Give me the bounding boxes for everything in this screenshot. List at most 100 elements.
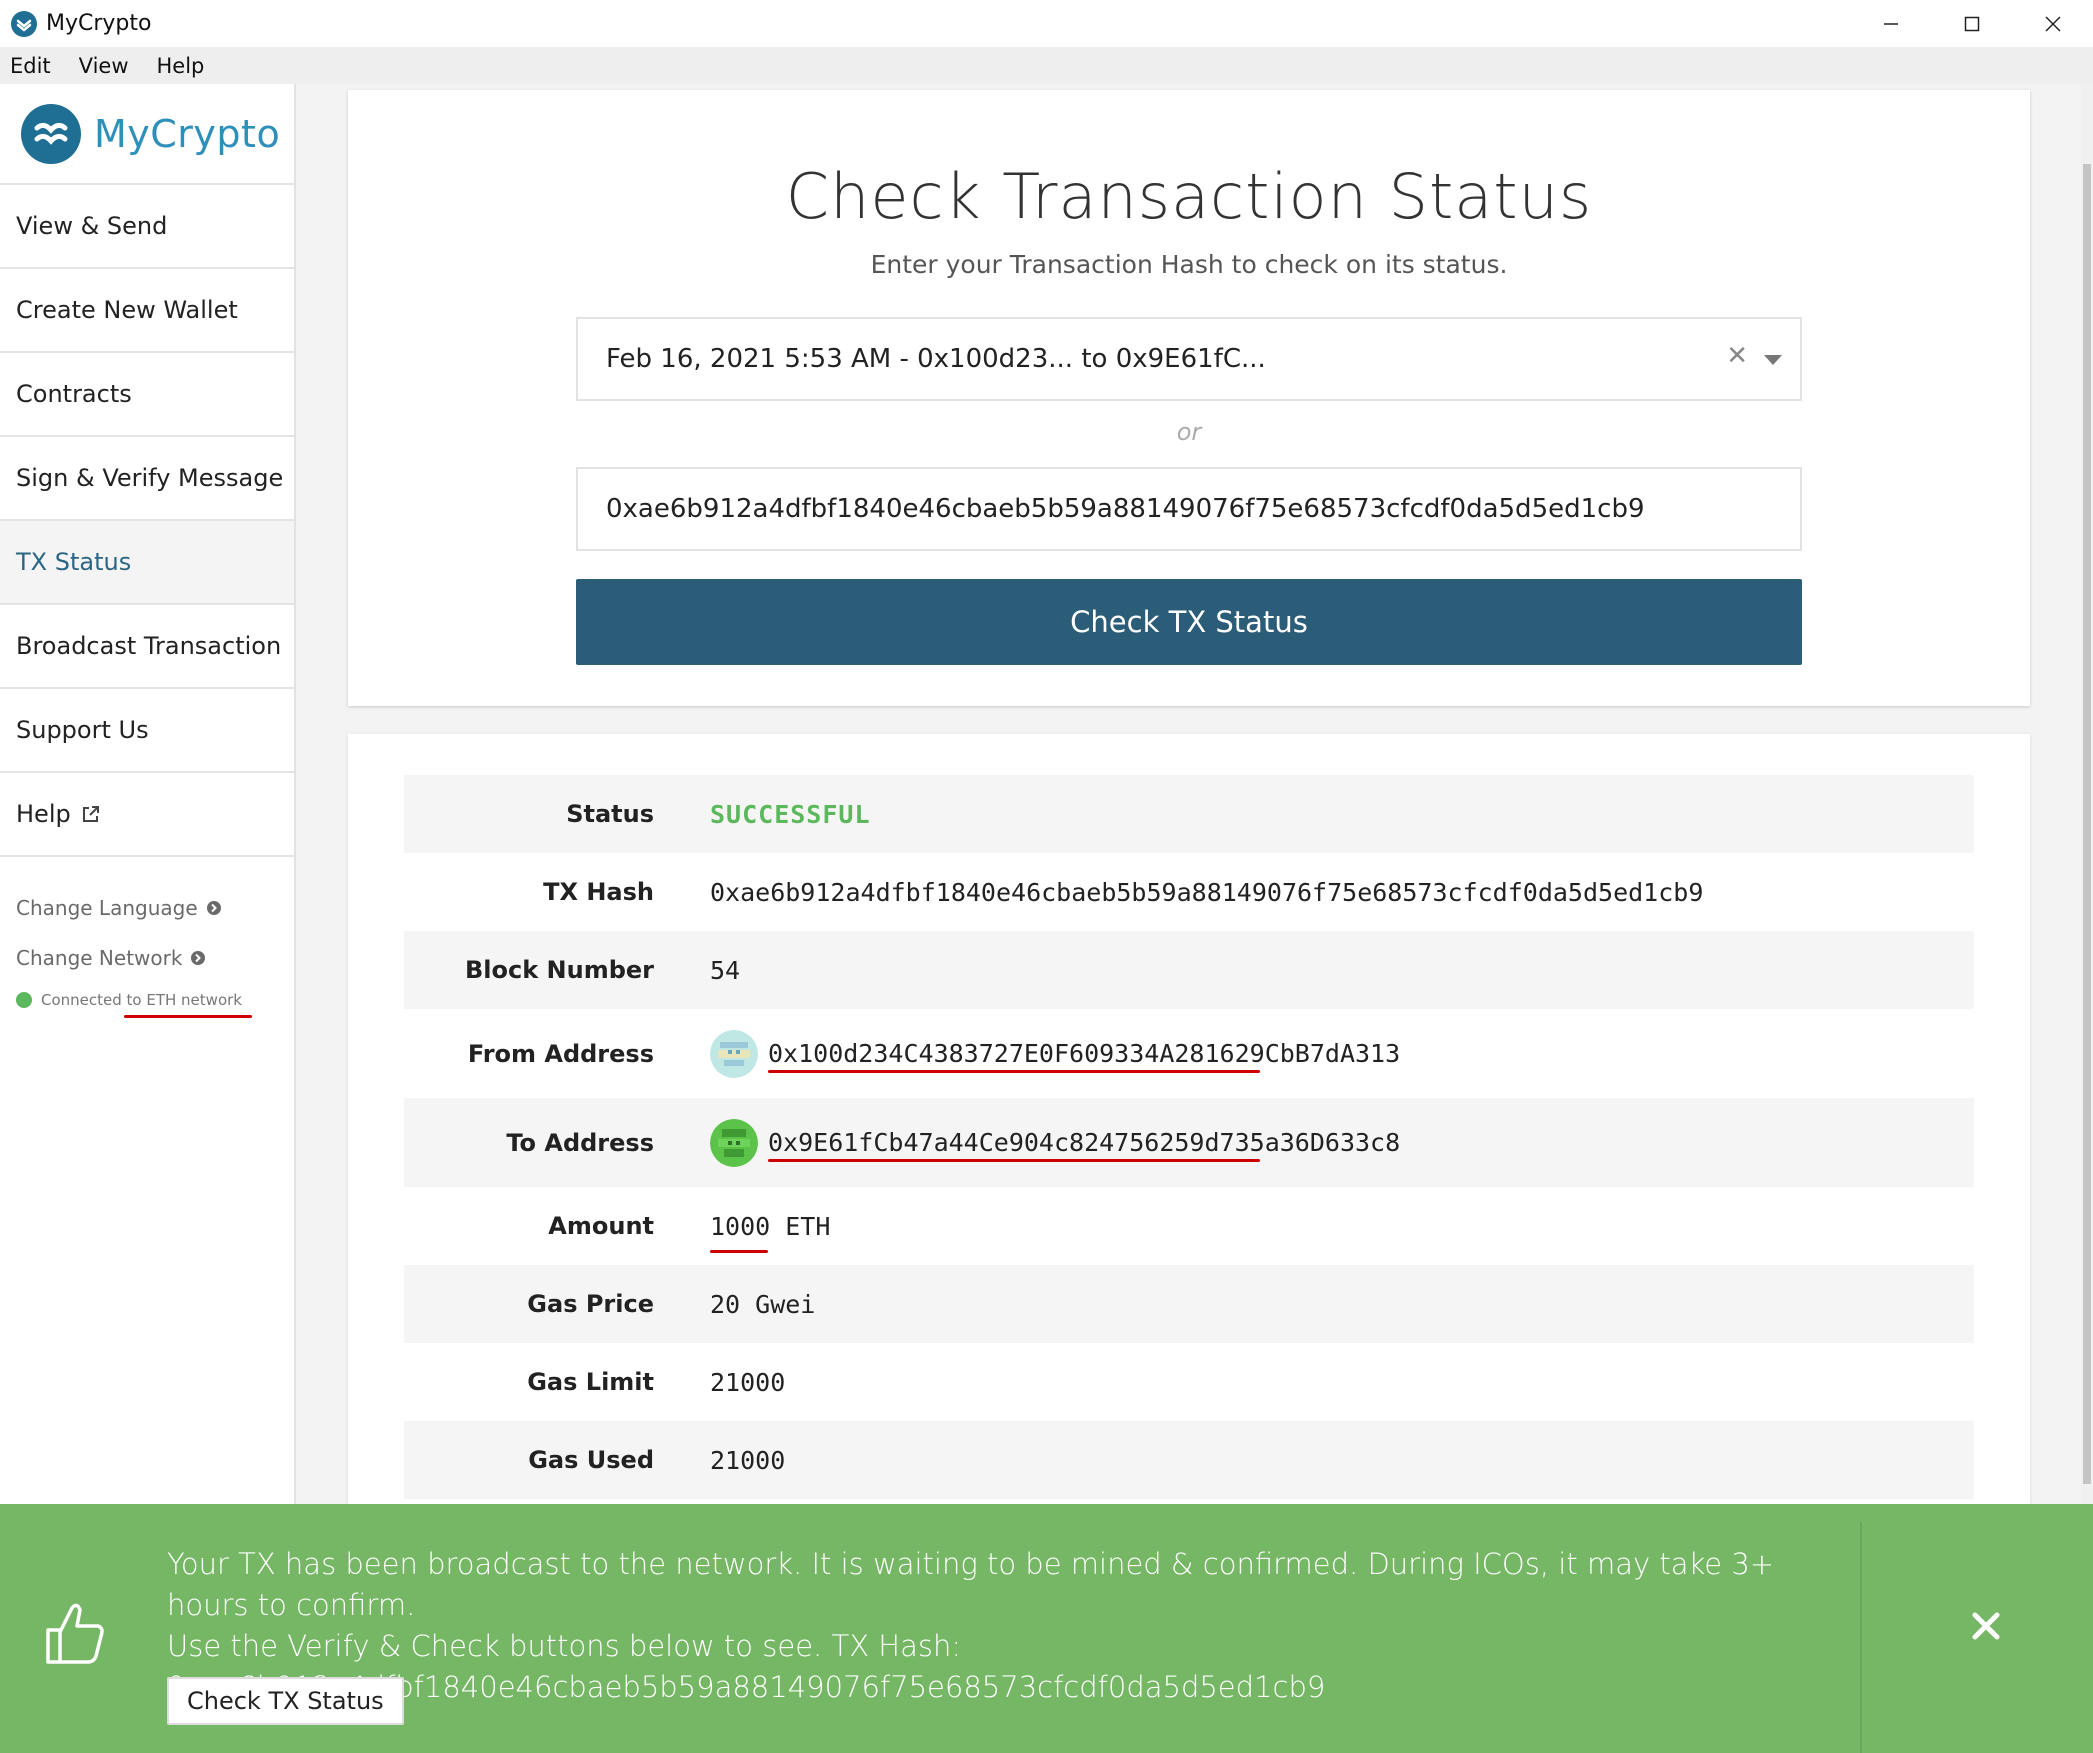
status-label: Status xyxy=(566,800,654,828)
sidebar-item-sign-verify[interactable]: Sign & Verify Message xyxy=(0,437,294,521)
check-tx-status-button[interactable]: Check TX Status xyxy=(576,579,1802,665)
annotation-underline xyxy=(768,1158,1260,1162)
network-status-dot xyxy=(16,992,32,1008)
sidebar-item-tx-status[interactable]: TX Status xyxy=(0,521,294,605)
tx-hash-value: 0xae6b912a4dfbf1840e46cbaeb5b59a88149076… xyxy=(710,877,1704,907)
tx-details-table: Status SUCCESSFUL TX Hash 0xae6b912a4dfb… xyxy=(404,775,1974,1499)
gas-used-label: Gas Used xyxy=(528,1446,654,1474)
sidebar-item-label: Contracts xyxy=(16,380,132,408)
sidebar: MyCrypto View & Send Create New Wallet C… xyxy=(0,84,296,1504)
notification-check-tx-button[interactable]: Check TX Status xyxy=(167,1677,404,1725)
thumbs-up-icon xyxy=(46,1603,104,1664)
table-row: Amount 1000 ETH xyxy=(404,1187,1974,1265)
sidebar-item-label: Broadcast Transaction xyxy=(16,632,282,660)
page-subtitle: Enter your Transaction Hash to check on … xyxy=(870,250,1508,279)
tx-details-card: Status SUCCESSFUL TX Hash 0xae6b912a4dfb… xyxy=(348,734,2030,1504)
change-network-link[interactable]: Change Network xyxy=(16,933,294,983)
amount-label: Amount xyxy=(548,1212,654,1240)
from-address-field: 0x100d234C4383727E0F609334A281629CbB7dA3… xyxy=(710,1029,1400,1078)
from-address-value[interactable]: 0x100d234C4383727E0F609334A281629CbB7dA3… xyxy=(768,1039,1400,1068)
table-row: From Address 0x100d234C4383727E0F609334A… xyxy=(404,1009,1974,1098)
gas-limit-value: 21000 xyxy=(710,1367,786,1397)
table-row: Status SUCCESSFUL xyxy=(404,775,1974,853)
from-identicon-icon xyxy=(710,1029,758,1078)
notification-line: Use the Verify & Check buttons below to … xyxy=(167,1629,962,1663)
sidebar-item-view-send[interactable]: View & Send xyxy=(0,185,294,269)
brand-header[interactable]: MyCrypto xyxy=(0,84,294,185)
network-status: Connected to ETH network xyxy=(16,991,294,1018)
gas-limit-label: Gas Limit xyxy=(527,1368,654,1396)
recent-tx-select-value: Feb 16, 2021 5:53 AM - 0x100d23... to 0x… xyxy=(606,344,1266,374)
menu-help[interactable]: Help xyxy=(147,54,215,78)
arrow-circle-right-icon xyxy=(206,901,221,915)
table-row: TX Hash 0xae6b912a4dfbf1840e46cbaeb5b59a… xyxy=(404,853,1974,931)
brand-name: MyCrypto xyxy=(94,111,281,156)
amount-field: 1000 ETH xyxy=(710,1211,830,1253)
to-identicon-icon xyxy=(710,1118,758,1167)
table-row: Gas Limit 21000 xyxy=(404,1343,1974,1421)
sidebar-item-create-wallet[interactable]: Create New Wallet xyxy=(0,269,294,353)
annotation-underline xyxy=(768,1069,1260,1073)
sidebar-item-support[interactable]: Support Us xyxy=(0,689,294,773)
menu-view[interactable]: View xyxy=(69,54,139,78)
chevron-down-icon[interactable] xyxy=(1764,355,1782,365)
sidebar-item-label: Support Us xyxy=(16,716,149,744)
or-separator: or xyxy=(1176,418,1202,446)
scrollbar[interactable] xyxy=(2081,84,2093,1504)
annotation-underline xyxy=(124,1015,252,1018)
minimize-button[interactable] xyxy=(1850,0,1931,47)
change-language-label: Change Language xyxy=(16,896,198,920)
external-link-icon xyxy=(82,806,99,822)
to-address-field: 0x9E61fCb47a44Ce904c824756259d735a36D633… xyxy=(710,1118,1400,1167)
table-row: To Address 0x9E61fCb47a44Ce904c824756259… xyxy=(404,1098,1974,1187)
sidebar-item-help[interactable]: Help xyxy=(0,773,294,857)
menu-edit[interactable]: Edit xyxy=(0,54,61,78)
status-badge: SUCCESSFUL xyxy=(710,799,871,829)
to-address-value[interactable]: 0x9E61fCb47a44Ce904c824756259d735a36D633… xyxy=(768,1128,1400,1157)
page-title: Check Transaction Status xyxy=(785,160,1593,233)
gas-price-label: Gas Price xyxy=(527,1290,654,1318)
table-row: Gas Used 21000 xyxy=(404,1421,1974,1499)
minimize-icon xyxy=(1883,22,1898,25)
sidebar-item-broadcast[interactable]: Broadcast Transaction xyxy=(0,605,294,689)
notification-divider xyxy=(1860,1522,1862,1753)
clear-icon[interactable]: ✕ xyxy=(1726,341,1748,371)
table-row: Gas Price 20 Gwei xyxy=(404,1265,1974,1343)
maximize-button[interactable] xyxy=(1931,0,2012,47)
block-number-label: Block Number xyxy=(464,956,654,984)
sidebar-item-label: Help xyxy=(16,800,71,828)
recent-tx-select[interactable]: Feb 16, 2021 5:53 AM - 0x100d23... to 0x… xyxy=(576,317,1802,401)
tx-hash-input[interactable] xyxy=(576,467,1802,551)
maximize-icon xyxy=(1964,16,1979,31)
mycrypto-logo-icon xyxy=(21,103,81,164)
close-window-button[interactable] xyxy=(2012,0,2093,47)
sidebar-item-label: Sign & Verify Message xyxy=(16,464,284,492)
arrow-circle-right-icon xyxy=(191,951,206,965)
notification-message: Your TX has been broadcast to the networ… xyxy=(167,1544,1807,1708)
main-content: Check Transaction Status Enter your Tran… xyxy=(298,84,2078,1504)
from-address-label: From Address xyxy=(467,1039,654,1068)
tx-hash-label: TX Hash xyxy=(543,878,654,906)
sidebar-item-label: TX Status xyxy=(16,548,132,576)
gas-price-value: 20 Gwei xyxy=(710,1289,816,1319)
scrollbar-thumb[interactable] xyxy=(2083,164,2091,1484)
menu-bar: Edit View Help xyxy=(0,47,2093,84)
check-tx-card: Check Transaction Status Enter your Tran… xyxy=(348,90,2030,706)
annotation-underline xyxy=(710,1249,768,1253)
network-status-label: Connected to ETH network xyxy=(41,991,242,1009)
gas-used-value: 21000 xyxy=(710,1445,786,1475)
notification-tx-hash: 0xae6b912a4dfbf1840e46cbaeb5b59a88149076… xyxy=(167,1670,1326,1704)
window-titlebar: MyCrypto xyxy=(0,0,2093,47)
to-address-label: To Address xyxy=(506,1128,654,1157)
sidebar-item-contracts[interactable]: Contracts xyxy=(0,353,294,437)
sidebar-item-label: Create New Wallet xyxy=(16,296,238,324)
sidebar-item-label: View & Send xyxy=(16,212,168,240)
amount-value: 1000 xyxy=(710,1211,771,1241)
table-row: Block Number 54 xyxy=(404,931,1974,1009)
success-notification: Your TX has been broadcast to the networ… xyxy=(0,1504,2093,1753)
change-language-link[interactable]: Change Language xyxy=(16,883,294,933)
notification-line: Your TX has been broadcast to the networ… xyxy=(167,1547,1775,1622)
close-icon[interactable] xyxy=(1966,1606,2006,1646)
window-title: MyCrypto xyxy=(46,11,152,36)
close-icon xyxy=(2044,15,2061,32)
